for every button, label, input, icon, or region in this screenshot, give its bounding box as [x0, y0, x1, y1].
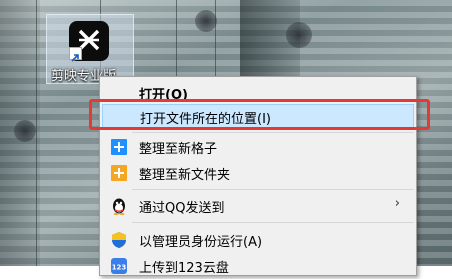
menu-item-label: 以管理员身份运行(A): [139, 235, 263, 250]
wallpaper-ornament: [286, 22, 312, 48]
menu-item-label: 整理至新文件夹: [139, 168, 231, 183]
menu-item-run-as-admin[interactable]: 以管理员身份运行(A): [102, 228, 414, 252]
add-folder-icon: [110, 164, 128, 182]
wallpaper-ornament: [14, 120, 36, 142]
wallpaper-string: [36, 0, 37, 266]
qq-penguin-icon: [110, 197, 128, 215]
menu-separator: [132, 189, 414, 190]
menu-item-label: 通过QQ发送到: [139, 201, 225, 216]
cloud-123-icon: 123: [110, 257, 128, 275]
desktop-shortcut-capcut[interactable]: 剪映专业版: [46, 14, 134, 84]
menu-item-label: 上传到123云盘: [139, 261, 229, 276]
menu-item-organize-new-cell[interactable]: 整理至新格子: [102, 135, 414, 159]
menu-separator: [132, 132, 414, 133]
chevron-right-icon: ›: [394, 196, 400, 211]
shortcut-arrow-icon: [69, 47, 82, 62]
menu-item-upload-123-cloud[interactable]: 123 上传到123云盘: [102, 254, 414, 278]
add-cell-icon: [110, 138, 128, 156]
menu-item-label: 整理至新格子: [139, 142, 218, 157]
menu-separator: [132, 222, 414, 223]
menu-item-send-via-qq[interactable]: 通过QQ发送到 ›: [102, 194, 414, 218]
wallpaper-ornament: [195, 10, 217, 32]
annotation-highlight-box: [89, 99, 430, 130]
menu-item-organize-new-folder[interactable]: 整理至新文件夹: [102, 161, 414, 185]
svg-text:123: 123: [112, 264, 127, 272]
uac-shield-icon: [110, 231, 128, 249]
